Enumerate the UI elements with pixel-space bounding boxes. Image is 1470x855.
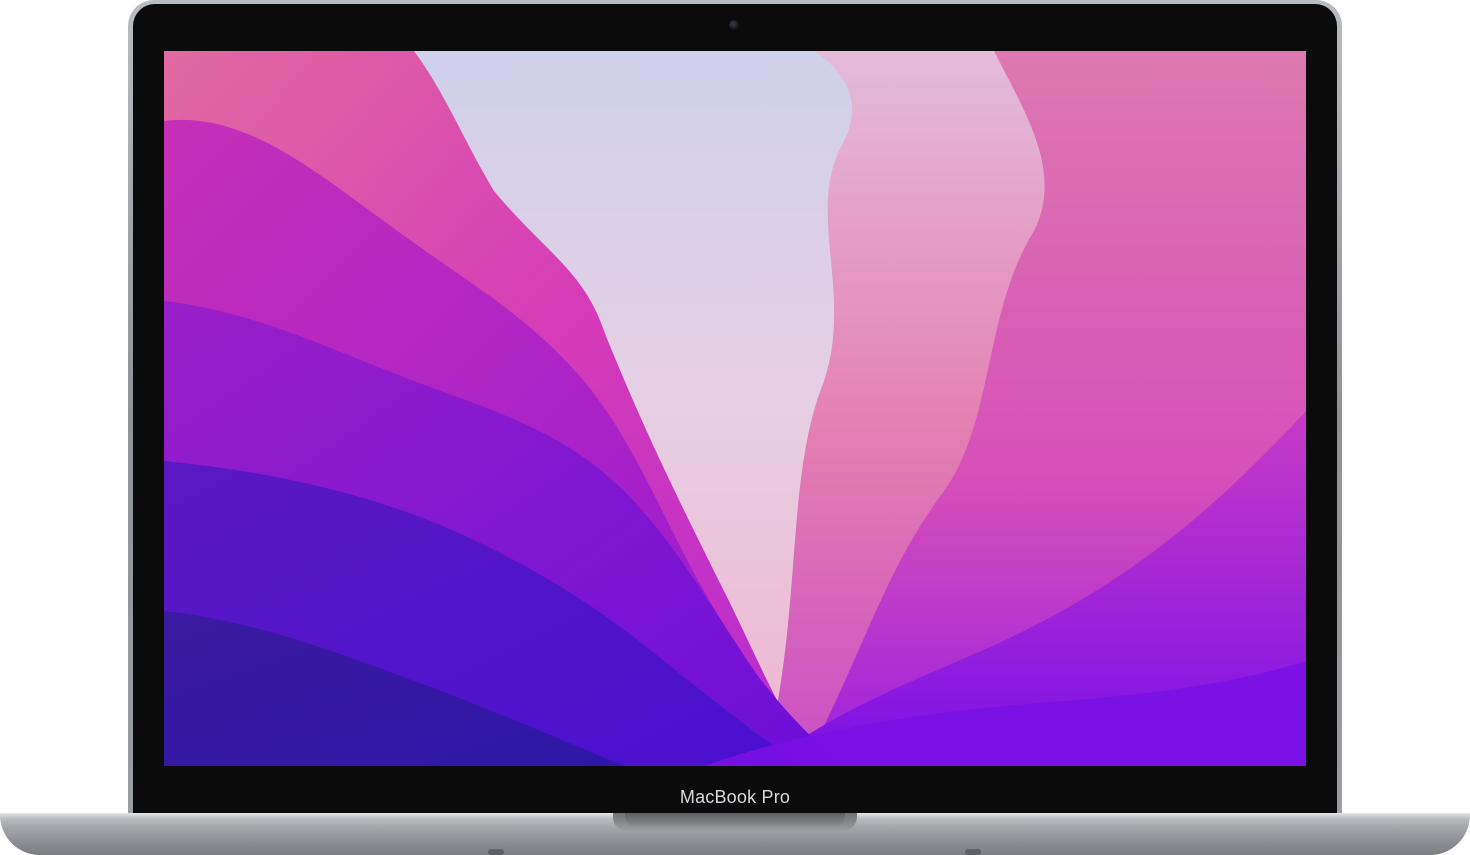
- device-model-label: MacBook Pro: [679, 787, 791, 807]
- rubber-foot-right: [965, 849, 981, 855]
- camera-icon: [729, 20, 739, 30]
- product-photo: MacBook Pro: [0, 0, 1470, 855]
- rubber-foot-left: [488, 849, 504, 855]
- wallpaper-art: [164, 51, 1306, 766]
- display-wallpaper: [164, 51, 1306, 766]
- lid-opening-notch-inner: [625, 813, 845, 826]
